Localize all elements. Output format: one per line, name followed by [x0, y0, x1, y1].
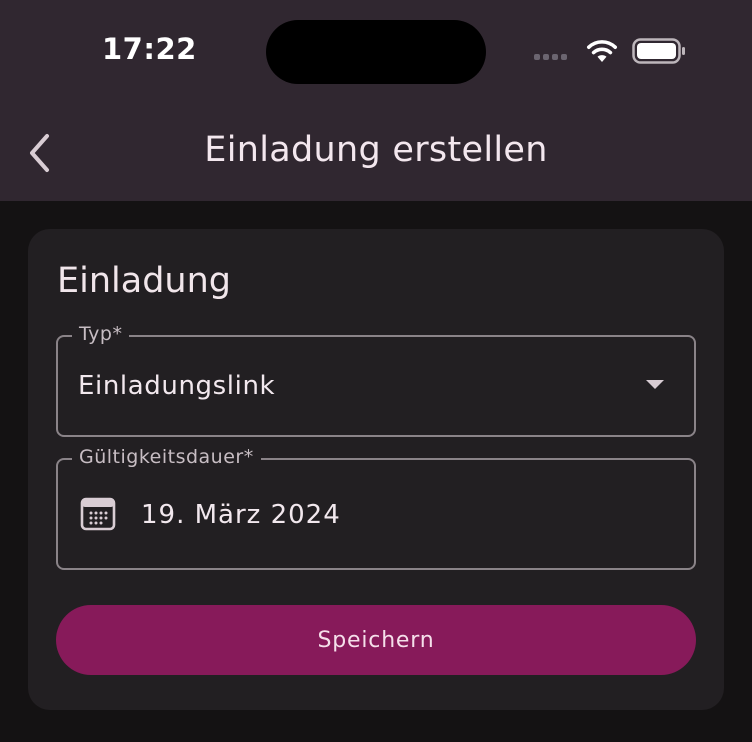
type-field-label: Typ* [72, 323, 130, 345]
validity-field-label: Gültigkeitsdauer* [72, 446, 261, 468]
invitation-card: Einladung Typ* Einladungslink Gültigkeit… [28, 229, 724, 710]
app-bar: 17:22 Einladung erstellen [0, 0, 752, 201]
save-button[interactable]: Speichern [56, 605, 696, 675]
type-dropdown[interactable]: Typ* Einladungslink [56, 323, 696, 437]
validity-date-field[interactable]: Gültigkeitsdauer* 19. März 2024 [56, 446, 696, 570]
calendar-icon [80, 497, 116, 531]
cellular-signal-icon [534, 54, 567, 60]
card-title: Einladung [57, 261, 231, 301]
dynamic-island [266, 20, 486, 84]
battery-icon [632, 38, 685, 64]
validity-field-value: 19. März 2024 [141, 500, 341, 530]
wifi-icon [587, 40, 617, 62]
page-title: Einladung erstellen [204, 130, 548, 170]
dropdown-arrow-icon [646, 380, 664, 389]
status-time: 17:22 [102, 32, 197, 66]
type-field-value: Einladungslink [78, 371, 276, 401]
